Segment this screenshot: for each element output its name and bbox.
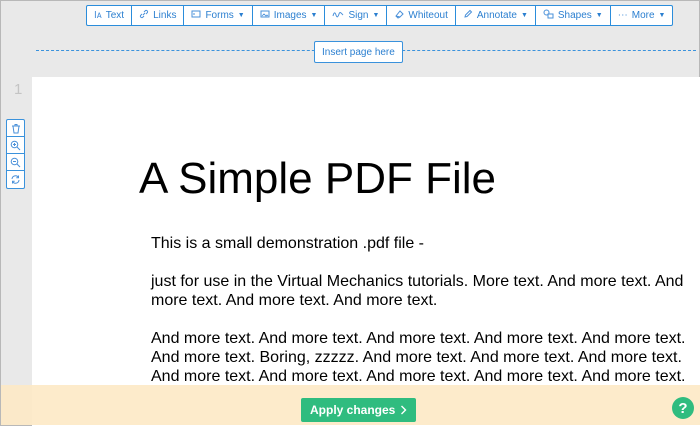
pencil-icon [463, 9, 473, 22]
apply-changes-button[interactable]: Apply changes [301, 398, 417, 422]
editor-toolbar: Iᴀ Text Links Forms ▼ Images ▼ Sign ▼ Wh… [86, 5, 674, 26]
forms-tool-button[interactable]: Forms ▼ [184, 6, 253, 25]
images-tool-label: Images [273, 10, 307, 21]
help-button[interactable]: ? [672, 397, 694, 419]
rotate-icon [11, 175, 20, 184]
link-icon [139, 9, 149, 22]
chevron-down-icon: ▼ [520, 12, 528, 19]
image-icon [260, 9, 270, 22]
signature-icon [332, 9, 344, 22]
delete-icon [11, 123, 20, 133]
sign-tool-label: Sign [348, 10, 369, 21]
forms-icon [191, 9, 201, 22]
shapes-tool-button[interactable]: Shapes ▼ [536, 6, 611, 25]
text-tool-button[interactable]: Iᴀ Text [87, 6, 133, 25]
document-body: This is a small demonstration .pdf file … [151, 234, 691, 405]
apply-changes-label: Apply changes [310, 403, 396, 417]
chevron-down-icon: ▼ [310, 12, 318, 19]
page-number: 1 [14, 81, 23, 98]
document-paragraph: just for use in the Virtual Mechanics tu… [151, 273, 684, 309]
sign-tool-button[interactable]: Sign ▼ [325, 6, 388, 25]
shapes-tool-label: Shapes [557, 10, 592, 21]
whiteout-tool-button[interactable]: Whiteout [387, 6, 456, 25]
links-tool-label: Links [153, 10, 177, 21]
shapes-icon [543, 9, 554, 22]
zoom-in-button[interactable] [7, 137, 24, 154]
zoom-in-icon [10, 140, 21, 150]
more-icon: ⋯ [617, 9, 628, 21]
links-tool-button[interactable]: Links [132, 6, 185, 25]
pdf-page[interactable]: A Simple PDF File This is a small demons… [32, 77, 700, 426]
images-tool-button[interactable]: Images ▼ [253, 6, 326, 25]
forms-tool-label: Forms [205, 10, 234, 21]
delete-page-button[interactable] [7, 120, 24, 137]
more-tool-label: More [631, 10, 655, 21]
document-paragraph: This is a small demonstration .pdf file … [151, 235, 424, 252]
more-tool-button[interactable]: ⋯ More ▼ [611, 6, 673, 25]
zoom-out-icon [10, 157, 21, 167]
annotate-tool-button[interactable]: Annotate ▼ [456, 6, 536, 25]
chevron-down-icon: ▼ [658, 12, 666, 19]
page-tools [6, 119, 25, 189]
rotate-page-button[interactable] [7, 171, 24, 188]
text-tool-label: Text [105, 10, 125, 21]
chevron-down-icon: ▼ [595, 12, 603, 19]
annotate-tool-label: Annotate [476, 10, 517, 21]
insert-page-button[interactable]: Insert page here [314, 41, 403, 63]
document-title: A Simple PDF File [139, 154, 496, 203]
chevron-right-icon [401, 405, 407, 415]
whiteout-tool-label: Whiteout [408, 10, 448, 21]
zoom-out-button[interactable] [7, 154, 24, 171]
bottom-action-bar: Apply changes ? [1, 385, 700, 425]
chevron-down-icon: ▼ [237, 12, 245, 19]
chevron-down-icon: ▼ [372, 12, 380, 19]
text-icon: Iᴀ [94, 9, 102, 21]
help-icon: ? [678, 399, 688, 417]
document-paragraph: And more text. And more text. And more t… [151, 330, 686, 385]
eraser-icon [394, 9, 405, 22]
